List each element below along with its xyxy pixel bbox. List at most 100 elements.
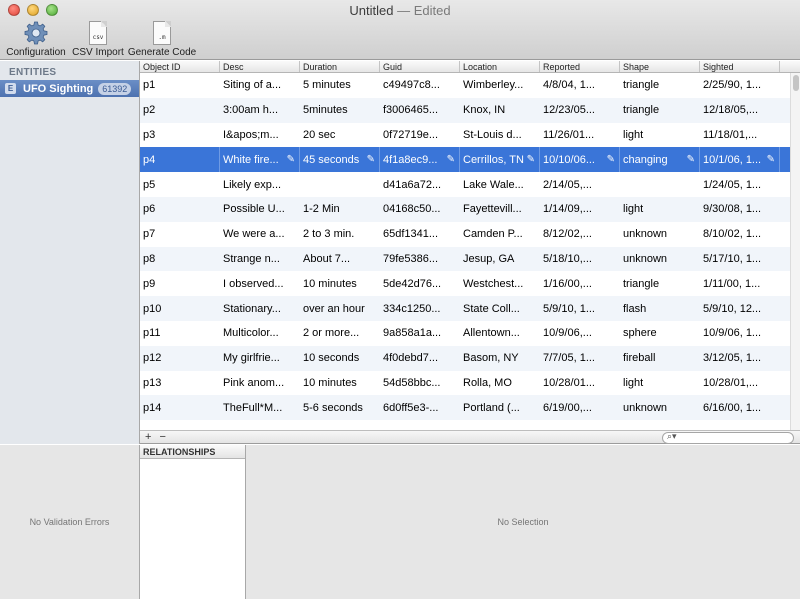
table-cell[interactable]	[620, 172, 700, 197]
table-cell[interactable]: Stationary...	[220, 296, 300, 321]
scrollbar-thumb[interactable]	[793, 75, 799, 91]
table-cell[interactable]: 334c1250...	[380, 296, 460, 321]
remove-record-button[interactable]: −	[159, 431, 165, 444]
table-cell[interactable]: Westchest...	[460, 271, 540, 296]
table-cell[interactable]	[300, 172, 380, 197]
table-cell[interactable]: Fayettevill...	[460, 197, 540, 222]
table-cell[interactable]: 4f1a8ec9... ✎	[380, 147, 460, 173]
column-header[interactable]: Sighted	[700, 61, 780, 72]
edit-pencil-icon[interactable]: ✎	[767, 154, 775, 165]
table-row[interactable]: p13 Pink anom... 10 minutes 54d58bbc... Roll…	[140, 371, 790, 396]
table-cell[interactable]: p7	[140, 222, 220, 247]
table-cell[interactable]: Multicolor...	[220, 321, 300, 346]
table-cell[interactable]: Jesup, GA	[460, 247, 540, 272]
edit-pencil-icon[interactable]: ✎	[527, 154, 535, 165]
table-cell[interactable]: triangle	[620, 98, 700, 123]
table-cell[interactable]: 6/19/00,...	[540, 395, 620, 420]
table-cell[interactable]: p2	[140, 98, 220, 123]
table-cell[interactable]: State Coll...	[460, 296, 540, 321]
table-cell[interactable]: fireball	[620, 346, 700, 371]
table-cell[interactable]: 04168c50...	[380, 197, 460, 222]
table-cell[interactable]: p14	[140, 395, 220, 420]
table-cell[interactable]: unknown	[620, 222, 700, 247]
table-cell[interactable]: 6/16/00, 1...	[700, 395, 780, 420]
table-row[interactable]: p3 I&apos;m... 20 sec 0f72719e... St-Louis d…	[140, 123, 790, 148]
table-cell[interactable]: Portland (...	[460, 395, 540, 420]
search-field[interactable]: ⌕▾	[662, 431, 794, 444]
column-header[interactable]: Location	[460, 61, 540, 72]
table-cell[interactable]: flash	[620, 296, 700, 321]
table-cell[interactable]: over an hour	[300, 296, 380, 321]
table-cell[interactable]: p9	[140, 271, 220, 296]
table-cell[interactable]: 5/17/10, 1...	[700, 247, 780, 272]
table-cell[interactable]: p1	[140, 73, 220, 98]
table-cell[interactable]: 7/7/05, 1...	[540, 346, 620, 371]
table-cell[interactable]: Possible U...	[220, 197, 300, 222]
table-cell[interactable]: Siting of a...	[220, 73, 300, 98]
table-cell[interactable]: Lake Wale...	[460, 172, 540, 197]
table-cell[interactable]: Cerrillos, TN ✎	[460, 147, 540, 173]
table-cell[interactable]: p5	[140, 172, 220, 197]
table-cell[interactable]: 79fe5386...	[380, 247, 460, 272]
table-cell[interactable]: Basom, NY	[460, 346, 540, 371]
table-row[interactable]: p14 TheFull*M... 5-6 seconds 6d0ff5e3-... Po…	[140, 395, 790, 421]
table-cell[interactable]: 65df1341...	[380, 222, 460, 247]
table-cell[interactable]: 1/24/05, 1...	[700, 172, 780, 197]
column-header[interactable]: Desc	[220, 61, 300, 72]
table-cell[interactable]: 1/11/00, 1...	[700, 271, 780, 296]
table-cell[interactable]: light	[620, 123, 700, 148]
table-cell[interactable]: 10 seconds	[300, 346, 380, 371]
table-cell[interactable]: 8/10/02, 1...	[700, 222, 780, 247]
table-cell[interactable]: p8	[140, 247, 220, 272]
table-cell[interactable]: 3/12/05, 1...	[700, 346, 780, 371]
table-cell[interactable]: 10/28/01...	[540, 371, 620, 396]
table-cell[interactable]: 4/8/04, 1...	[540, 73, 620, 98]
table-cell[interactable]: c49497c8...	[380, 73, 460, 98]
table-cell[interactable]: 10/28/01,...	[700, 371, 780, 396]
table-cell[interactable]: 1/14/09,...	[540, 197, 620, 222]
generate-code-button[interactable]: .m Generate Code	[128, 20, 196, 58]
table-cell[interactable]: Pink anom...	[220, 371, 300, 396]
table-cell[interactable]: 4f0debd7...	[380, 346, 460, 371]
table-cell[interactable]: 3:00am h...	[220, 98, 300, 123]
table-cell[interactable]: Likely exp...	[220, 172, 300, 197]
table-cell[interactable]: 9a858a1a...	[380, 321, 460, 346]
table-cell[interactable]: p3	[140, 123, 220, 148]
edit-pencil-icon[interactable]: ✎	[367, 154, 375, 165]
table-cell[interactable]: Allentown...	[460, 321, 540, 346]
table-row[interactable]: p1 Siting of a... 5 minutes c49497c8... Wimb…	[140, 73, 790, 98]
table-cell[interactable]: 1/16/00,...	[540, 271, 620, 296]
table-cell[interactable]: About 7...	[300, 247, 380, 272]
table-cell[interactable]: d41a6a72...	[380, 172, 460, 197]
table-row[interactable]: p5 Likely exp... d41a6a72... Lake Wale... 2/…	[140, 172, 790, 197]
table-cell[interactable]: 10/1/06, 1... ✎	[700, 147, 780, 173]
table-cell[interactable]: 20 sec	[300, 123, 380, 148]
edit-pencil-icon[interactable]: ✎	[607, 154, 615, 165]
table-cell[interactable]: light	[620, 371, 700, 396]
csv-import-button[interactable]: csv CSV Import	[72, 20, 124, 58]
sidebar-item-ufo-sighting[interactable]: E UFO Sighting 61392	[0, 80, 139, 97]
column-header[interactable]: Duration	[300, 61, 380, 72]
table-cell[interactable]: 0f72719e...	[380, 123, 460, 148]
edit-pencil-icon[interactable]: ✎	[287, 154, 295, 165]
column-header[interactable]: Object ID	[140, 61, 220, 72]
table-cell[interactable]: unknown	[620, 247, 700, 272]
column-header[interactable]: Guid	[380, 61, 460, 72]
table-cell[interactable]: p13	[140, 371, 220, 396]
table-row[interactable]: p6 Possible U... 1-2 Min 04168c50... Fayette…	[140, 196, 790, 222]
table-cell[interactable]: p10	[140, 296, 220, 321]
table-cell[interactable]: 5de42d76...	[380, 271, 460, 296]
table-cell[interactable]: p6	[140, 197, 220, 222]
table-cell[interactable]: I&apos;m...	[220, 123, 300, 148]
add-record-button[interactable]: +	[145, 431, 151, 444]
table-cell[interactable]: 2/14/05,...	[540, 172, 620, 197]
configuration-button[interactable]: Configuration	[6, 20, 66, 58]
table-cell[interactable]: 1-2 Min	[300, 197, 380, 222]
table-cell[interactable]: p4	[140, 147, 220, 173]
table-cell[interactable]: triangle	[620, 73, 700, 98]
table-row[interactable]: p7 We were a... 2 to 3 min. 65df1341... Camd…	[140, 222, 790, 247]
table-cell[interactable]: light	[620, 197, 700, 222]
table-cell[interactable]: 6d0ff5e3-...	[380, 395, 460, 420]
edit-pencil-icon[interactable]: ✎	[447, 154, 455, 165]
table-cell[interactable]: f3006465...	[380, 98, 460, 123]
